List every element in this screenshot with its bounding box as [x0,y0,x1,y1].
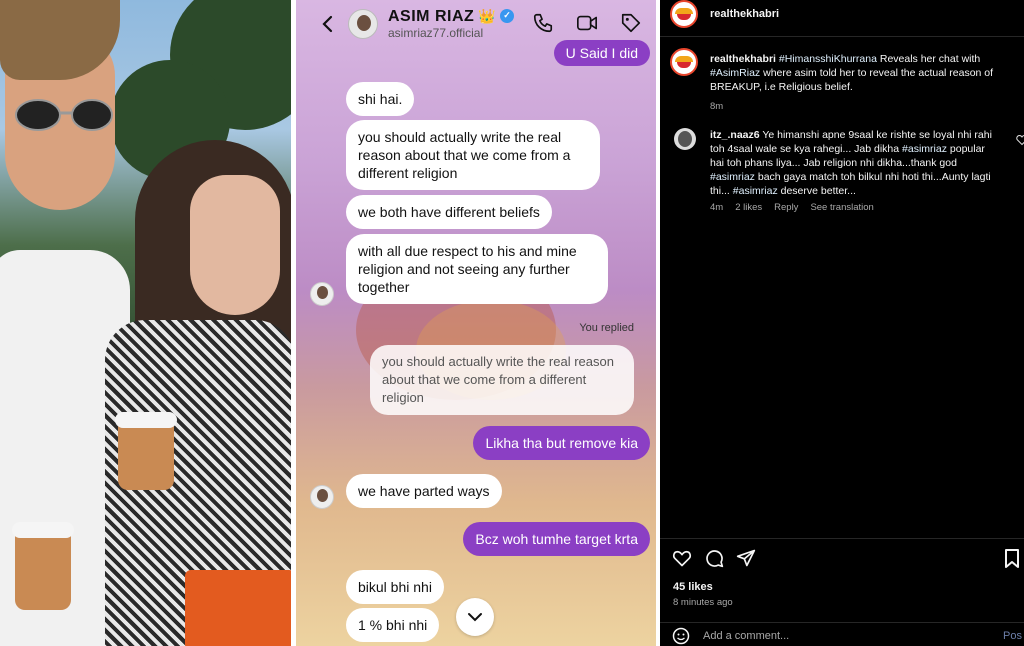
sunglasses [15,99,113,131]
couple-photo [0,0,291,646]
crown-icon: 👑 [478,7,497,24]
comment-icon[interactable] [704,548,724,568]
reply-link[interactable]: Reply [774,202,798,213]
message-outgoing: Likha tha but remove kia [473,426,650,460]
comment-text: deserve better... [777,185,856,197]
divider [660,36,1024,37]
avatar[interactable] [670,0,698,28]
hashtag-link[interactable]: #AsimRiaz [710,67,760,79]
likes-count[interactable]: 45 likes [673,581,713,593]
caption-text: Reveals her chat with [876,53,981,65]
post-actions [672,548,756,568]
emoji-icon[interactable] [672,627,690,645]
scroll-down-button[interactable] [456,598,494,636]
video-call-icon[interactable] [576,12,598,34]
tag-icon[interactable] [620,12,642,34]
message-incoming: with all due respect to his and mine rel… [346,234,608,304]
comment-time: 4m [710,202,724,213]
verified-badge-icon: ✓ [500,9,515,24]
back-arrow-icon[interactable] [318,14,338,34]
woman-face [190,175,280,315]
hashtag-link[interactable]: #asimriaz [710,171,755,183]
comment: itz_.naaz6 Ye himanshi apne 9saal ke ris… [710,128,1000,198]
share-icon[interactable] [736,548,756,568]
post-comment-button[interactable]: Pos [1003,630,1022,642]
hashtag-link[interactable]: #asimriaz [902,143,947,155]
message-incoming: bikul bhi nhi [346,570,444,604]
avatar[interactable] [348,9,378,39]
post-caption: realthekhabri #HimansshiKhurrana Reveals… [710,52,1010,114]
avatar[interactable] [670,48,698,76]
add-comment-input[interactable]: Add a comment... [703,630,789,642]
dm-chat-screenshot: ASIM RIAZ 👑 ✓ asimriaz77.official U Said… [296,0,656,646]
avatar [310,282,334,306]
avatar[interactable] [674,128,696,150]
see-translation-link[interactable]: See translation [810,202,873,213]
message-incoming: shi hai. [346,82,415,116]
hashtag-link[interactable]: #asimriaz [733,185,778,197]
heart-icon[interactable] [672,548,692,568]
orange-handbag [185,570,291,646]
message-outgoing: U Said I did [553,40,650,66]
coffee-cup [12,522,74,610]
message-incoming: 1 % bhi nhi [346,608,440,642]
contact-handle: asimriaz77.official [388,26,484,41]
coffee-cup [115,412,177,490]
post-author[interactable]: realthekhabri [710,8,779,20]
divider [660,538,1024,539]
caption-username[interactable]: realthekhabri [710,53,776,65]
bookmark-icon[interactable] [1002,548,1022,568]
instagram-post-panel: realthekhabri realthekhabri #HimansshiKh… [660,0,1024,646]
post-time: 8 minutes ago [673,597,733,608]
you-replied-label: You replied [579,322,634,334]
message-incoming: we both have different beliefs [346,195,552,229]
caption-time: 8m [710,101,724,112]
avatar [310,485,334,509]
message-outgoing: Bcz woh tumhe target krta [463,522,650,556]
comment-username[interactable]: itz_.naaz6 [710,129,760,141]
quoted-reply: you should actually write the real reaso… [370,345,634,415]
chevron-down-icon [468,613,482,622]
contact-info[interactable]: ASIM RIAZ 👑 ✓ asimriaz77.official [388,7,515,41]
comment-meta: 4m 2 likes Reply See translation [710,202,874,213]
message-incoming: you should actually write the real reaso… [346,120,600,190]
contact-name: ASIM RIAZ [388,7,475,25]
message-incoming: we have parted ways [346,474,502,508]
phone-icon[interactable] [532,12,554,34]
hashtag-link[interactable]: #HimansshiKhurrana [779,53,877,65]
comment-likes[interactable]: 2 likes [735,202,762,213]
like-comment-heart-icon[interactable] [1016,134,1024,146]
